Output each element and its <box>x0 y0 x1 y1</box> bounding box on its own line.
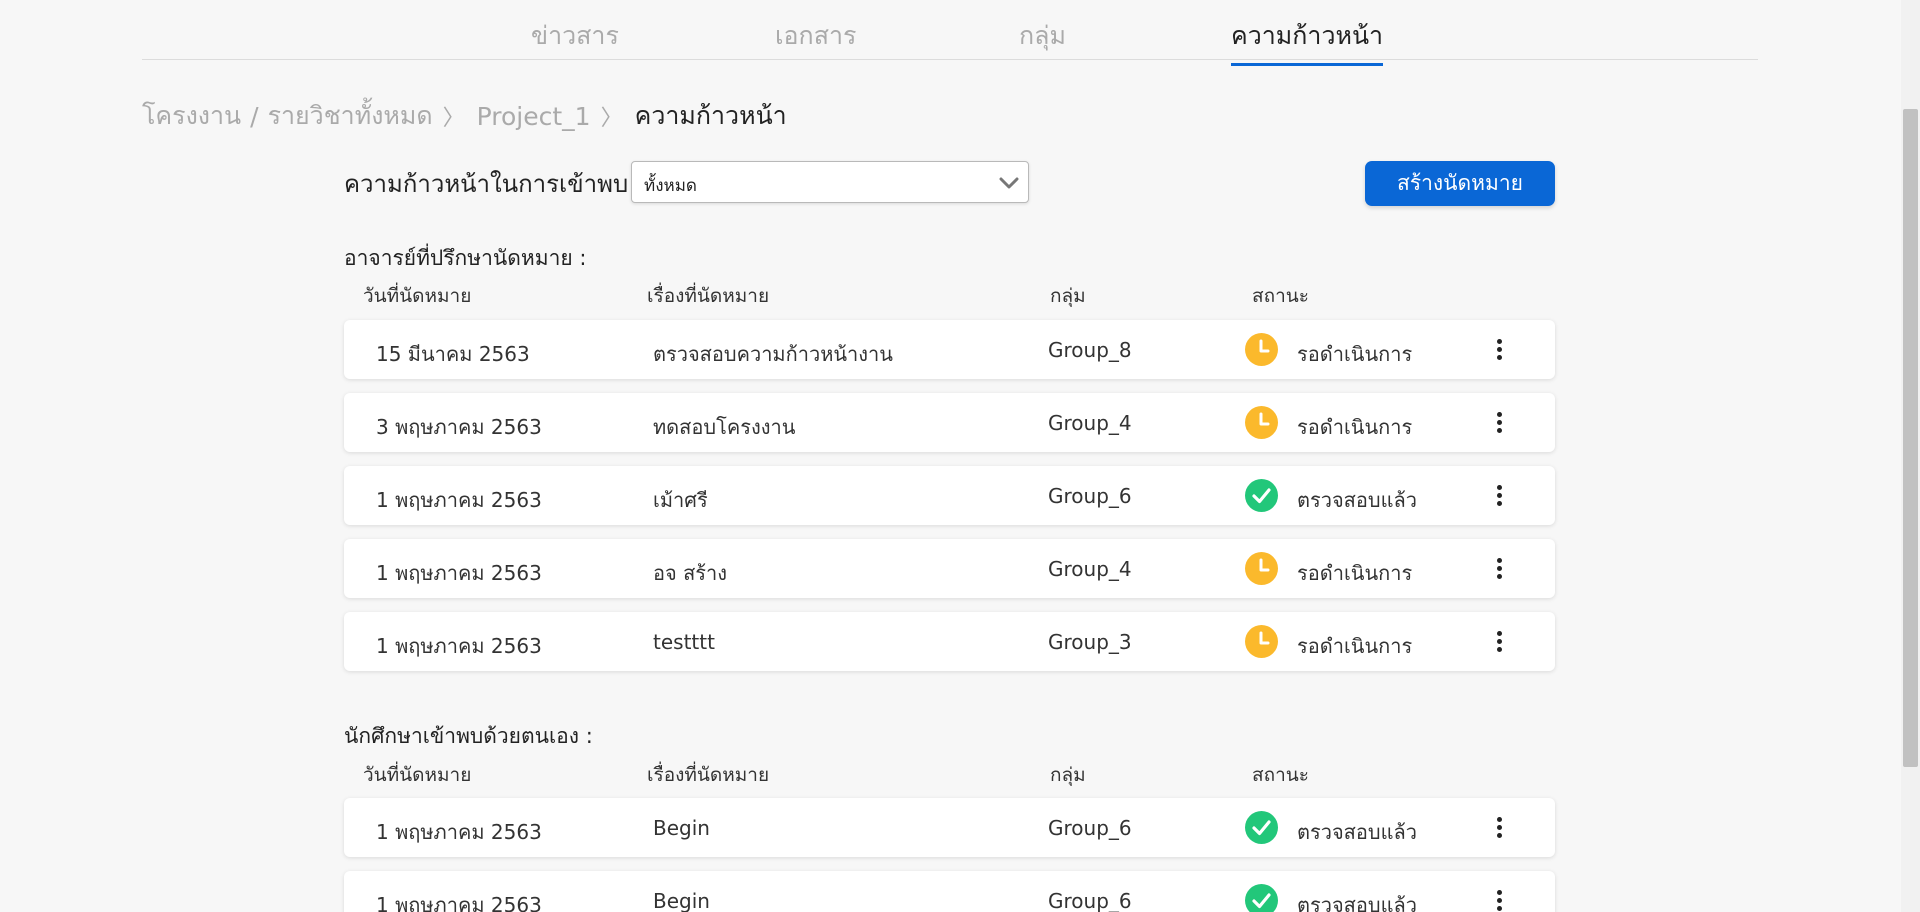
select-value: ทั้งหมด <box>644 176 697 196</box>
appointment-status: รอดำเนินการ <box>1297 415 1413 439</box>
filter-label: ความก้าวหน้าในการเข้าพบ <box>344 170 629 198</box>
breadcrumb-separator: / <box>250 101 259 131</box>
appointment-group: Group_4 <box>1048 411 1132 435</box>
appointment-row[interactable]: 3 พฤษภาคม 2563 ทดสอบโครงงาน Group_4 รอดำเนิ… <box>344 393 1555 452</box>
clock-icon <box>1245 406 1278 439</box>
more-options-icon[interactable] <box>1487 812 1511 842</box>
appointment-date: 1 พฤษภาคม 2563 <box>376 893 542 912</box>
clock-icon <box>1245 333 1278 366</box>
appointment-row[interactable]: 1 พฤษภาคม 2563 Begin Group_6 ตรวจสอบแล้ว <box>344 798 1555 857</box>
column-header-group: กลุ่ม <box>1050 285 1086 307</box>
appointment-group: Group_6 <box>1048 484 1132 508</box>
more-options-icon[interactable] <box>1487 407 1511 437</box>
appointment-status: ตรวจสอบแล้ว <box>1297 820 1417 844</box>
more-options-icon[interactable] <box>1487 480 1511 510</box>
chevron-down-icon <box>999 177 1019 189</box>
student-section-title: นักศึกษาเข้าพบด้วยตนเอง : <box>344 724 593 748</box>
appointment-topic: ตรวจสอบความก้าวหน้างาน <box>653 342 893 366</box>
appointment-date: 1 พฤษภาคม 2563 <box>376 488 542 512</box>
breadcrumb-project[interactable]: Project_1 <box>477 102 591 131</box>
column-header-topic: เรื่องที่นัดหมาย <box>647 285 770 307</box>
check-icon <box>1245 479 1278 512</box>
appointment-row[interactable]: 1 พฤษภาคม 2563 เม้าศรี Group_6 ตรวจสอบแล้ว <box>344 466 1555 525</box>
scrollbar[interactable] <box>1901 0 1920 912</box>
appointment-group: Group_6 <box>1048 816 1132 840</box>
appointment-group: Group_6 <box>1048 889 1132 912</box>
appointment-topic: Begin <box>653 816 710 840</box>
tab-documents[interactable]: เอกสาร <box>775 16 856 56</box>
create-appointment-button[interactable]: สร้างนัดหมาย <box>1365 161 1555 206</box>
advisor-section-title: อาจารย์ที่ปรึกษานัดหมาย : <box>344 246 587 270</box>
progress-filter-select[interactable]: ทั้งหมด <box>631 161 1029 203</box>
appointment-date: 1 พฤษภาคม 2563 <box>376 634 542 658</box>
appointment-date: 1 พฤษภาคม 2563 <box>376 561 542 585</box>
appointment-group: Group_3 <box>1048 630 1132 654</box>
top-tabs: ข่าวสาร เอกสาร กลุ่ม ความก้าวหน้า <box>142 0 1758 66</box>
column-header-status: สถานะ <box>1252 285 1309 307</box>
chevron-right-icon: 〉 <box>442 106 465 131</box>
column-header-date: วันที่นัดหมาย <box>363 764 472 786</box>
clock-icon <box>1245 625 1278 658</box>
tab-progress[interactable]: ความก้าวหน้า <box>1231 16 1384 66</box>
tab-news[interactable]: ข่าวสาร <box>531 16 619 56</box>
breadcrumb-all-courses[interactable]: รายวิชาทั้งหมด <box>268 96 433 136</box>
appointment-topic: ทดสอบโครงงาน <box>653 415 796 439</box>
more-options-icon[interactable] <box>1487 334 1511 364</box>
more-options-icon[interactable] <box>1487 885 1511 912</box>
appointment-date: 1 พฤษภาคม 2563 <box>376 820 542 844</box>
appointment-date: 15 มีนาคม 2563 <box>376 342 530 366</box>
clock-icon <box>1245 552 1278 585</box>
chevron-right-icon: 〉 <box>600 106 623 131</box>
appointment-row[interactable]: 1 พฤษภาคม 2563 testttt Group_3 รอดำเนินการ <box>344 612 1555 671</box>
breadcrumb: โครงงาน / รายวิชาทั้งหมด 〉 Project_1 〉 ค… <box>142 96 787 136</box>
appointment-status: ตรวจสอบแล้ว <box>1297 488 1417 512</box>
appointment-status: รอดำเนินการ <box>1297 634 1413 658</box>
appointment-status: รอดำเนินการ <box>1297 561 1413 585</box>
column-header-status: สถานะ <box>1252 764 1309 786</box>
column-header-group: กลุ่ม <box>1050 764 1086 786</box>
appointment-topic: Begin <box>653 889 710 912</box>
more-options-icon[interactable] <box>1487 626 1511 656</box>
appointment-group: Group_8 <box>1048 338 1132 362</box>
tab-groups[interactable]: กลุ่ม <box>1019 16 1066 56</box>
check-icon <box>1245 811 1278 844</box>
appointment-row[interactable]: 1 พฤษภาคม 2563 Begin Group_6 ตรวจสอบแล้ว <box>344 871 1555 912</box>
column-header-topic: เรื่องที่นัดหมาย <box>647 764 770 786</box>
page: ข่าวสาร เอกสาร กลุ่ม ความก้าวหน้า โครงงา… <box>0 0 1901 912</box>
appointment-date: 3 พฤษภาคม 2563 <box>376 415 542 439</box>
appointment-row[interactable]: 15 มีนาคม 2563 ตรวจสอบความก้าวหน้างาน Grou… <box>344 320 1555 379</box>
appointment-status: รอดำเนินการ <box>1297 342 1413 366</box>
appointment-row[interactable]: 1 พฤษภาคม 2563 อจ สร้าง Group_4 รอดำเนินการ <box>344 539 1555 598</box>
scrollbar-thumb[interactable] <box>1903 109 1918 767</box>
appointment-group: Group_4 <box>1048 557 1132 581</box>
column-header-date: วันที่นัดหมาย <box>363 285 472 307</box>
appointment-topic: อจ สร้าง <box>653 561 728 585</box>
more-options-icon[interactable] <box>1487 553 1511 583</box>
breadcrumb-projects[interactable]: โครงงาน <box>142 96 241 136</box>
breadcrumb-current: ความก้าวหน้า <box>634 101 787 130</box>
appointment-status: ตรวจสอบแล้ว <box>1297 893 1417 912</box>
check-icon <box>1245 884 1278 912</box>
appointment-topic: เม้าศรี <box>653 488 708 512</box>
appointment-topic: testttt <box>653 630 715 654</box>
